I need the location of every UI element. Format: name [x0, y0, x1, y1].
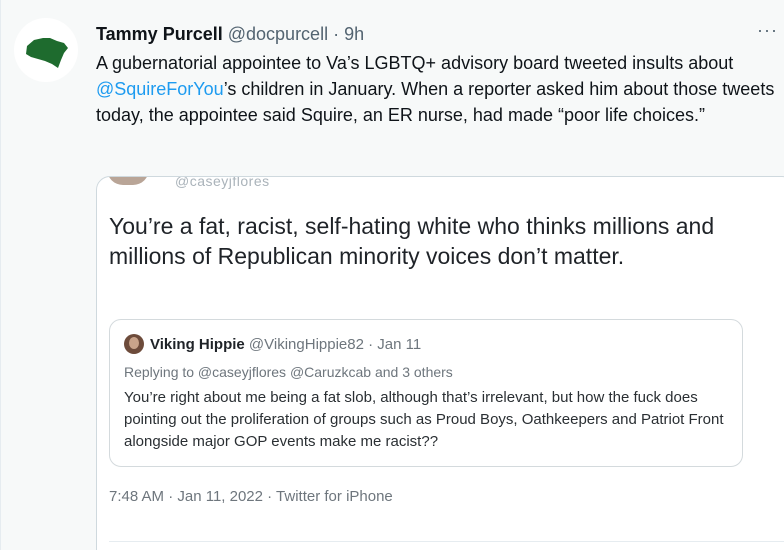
tweet-header: Tammy Purcell @docpurcell · 9h	[96, 22, 364, 46]
embedded-tweet-text: You’re a fat, racist, self-hating white …	[109, 213, 715, 269]
separator-dot: ·	[333, 24, 340, 44]
virginia-map-icon	[26, 38, 68, 68]
divider	[0, 0, 1, 550]
embedded-avatar	[107, 177, 149, 185]
embedded-meta: 7:48 AM · Jan 11, 2022 · Twitter for iPh…	[109, 488, 393, 505]
quoted-tweet: Viking Hippie @VikingHippie82 · Jan 11 R…	[109, 319, 743, 467]
embedded-divider	[109, 541, 784, 542]
quoted-separator: ·	[368, 336, 374, 353]
quoted-author-name: Viking Hippie	[150, 336, 245, 353]
quoted-avatar	[124, 334, 144, 354]
tweet-text: A gubernatorial appointee to Va’s LGBTQ+…	[96, 50, 776, 128]
embedded-tweet-image[interactable]: @caseyjflores You’re a fat, racist, self…	[96, 176, 784, 550]
author-handle[interactable]: @docpurcell	[228, 24, 328, 44]
tweet-time[interactable]: 9h	[344, 24, 364, 44]
embedded-handle: @caseyjflores	[175, 176, 270, 189]
quoted-text: You’re right about me being a fat slob, …	[124, 389, 724, 450]
quoted-replying-to: Replying to @caseyjflores @Caruzkcab and…	[124, 364, 453, 380]
quoted-author-handle: @VikingHippie82	[248, 336, 364, 353]
quoted-date: Jan 11	[377, 336, 422, 353]
tweet[interactable]: Tammy Purcell @docpurcell · 9h ··· A gub…	[0, 0, 784, 550]
mention-link[interactable]: @SquireForYou	[96, 79, 224, 99]
ellipsis-icon[interactable]: ···	[757, 20, 778, 41]
author-name[interactable]: Tammy Purcell	[96, 24, 223, 44]
author-avatar[interactable]	[14, 18, 78, 82]
quoted-header: Viking Hippie @VikingHippie82 · Jan 11	[150, 335, 421, 355]
tweet-text-part1: A gubernatorial appointee to Va’s LGBTQ+…	[96, 53, 734, 73]
